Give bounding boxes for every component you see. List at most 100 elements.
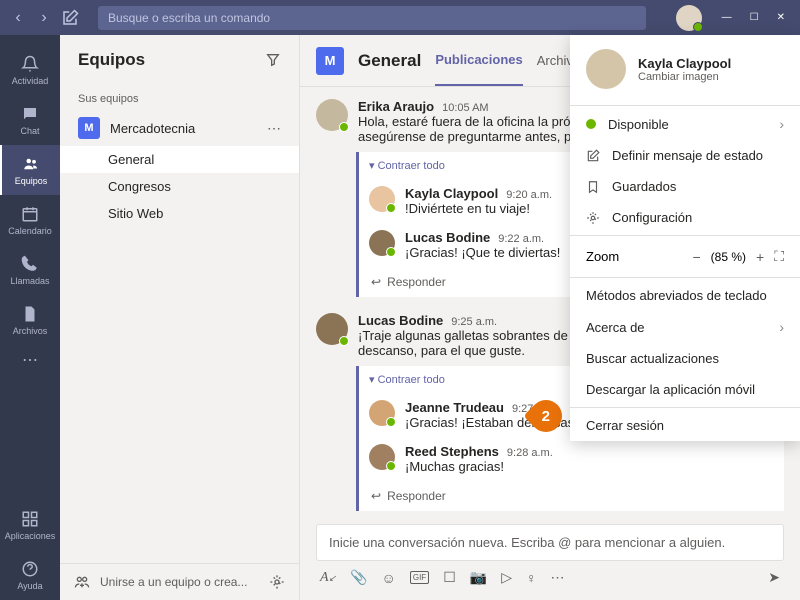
msg-time: 9:20 a.m. <box>506 189 552 201</box>
rail-files[interactable]: Archivos <box>0 295 60 345</box>
rail-label: Archivos <box>13 326 48 336</box>
maximize-button[interactable]: ☐ <box>750 12 759 23</box>
profile-menu: Kayla Claypool Cambiar imagen Disponible… <box>570 35 800 441</box>
avatar[interactable] <box>316 313 348 345</box>
tab-posts[interactable]: Publicaciones <box>435 35 522 86</box>
compose-area: Inicie una conversación nueva. Escriba @… <box>316 524 784 586</box>
menu-updates[interactable]: Buscar actualizaciones <box>570 343 800 374</box>
emoji-icon[interactable]: ☺ <box>382 570 396 586</box>
stream-icon[interactable]: ▷ <box>501 569 512 586</box>
menu-saved[interactable]: Guardados <box>570 171 800 202</box>
rail-label: Calendario <box>8 226 52 236</box>
menu-shortcuts[interactable]: Métodos abreviados de teclado <box>570 280 800 311</box>
menu-zoom: Zoom − (85 %) + ⛶ <box>570 238 800 275</box>
join-team-label[interactable]: Unirse a un equipo o crea... <box>100 575 259 589</box>
forward-button[interactable]: › <box>31 5 57 31</box>
panel-title: Equipos <box>78 50 145 70</box>
channel-title: General <box>358 51 421 71</box>
send-icon[interactable]: ➤ <box>768 569 780 586</box>
attach-icon[interactable]: 📎 <box>350 569 367 586</box>
rail-more[interactable]: ⋯ <box>0 345 60 375</box>
menu-download[interactable]: Descargar la aplicación móvil <box>570 374 800 405</box>
channel-avatar: M <box>316 47 344 75</box>
menu-signout[interactable]: Cerrar sesión <box>570 410 800 441</box>
rail-label: Llamadas <box>10 276 49 286</box>
manage-gear-icon[interactable] <box>269 574 285 590</box>
window-controls: — ☐ ✕ <box>722 12 785 23</box>
msg-time: 9:22 a.m. <box>498 233 544 245</box>
menu-settings[interactable]: Configuración <box>570 202 800 233</box>
channel-sitioweb[interactable]: Sitio Web <box>60 200 299 227</box>
zoom-out-button[interactable]: − <box>692 249 700 265</box>
rail-label: Ayuda <box>17 581 42 591</box>
more-icon[interactable]: ⋯ <box>550 569 564 586</box>
praise-icon[interactable]: ♀ <box>526 570 537 586</box>
zoom-value: (85 %) <box>711 250 746 264</box>
reply-button[interactable]: ↩ Responder <box>359 481 784 511</box>
team-avatar: M <box>78 117 100 139</box>
sticker-icon[interactable]: ☐ <box>443 569 456 586</box>
menu-status[interactable]: Disponible › <box>570 108 800 140</box>
zoom-label: Zoom <box>586 249 682 264</box>
profile-menu-avatar[interactable] <box>586 49 626 89</box>
msg-author: Reed Stephens <box>405 444 499 459</box>
team-row[interactable]: M Mercadotecnia ⋯ <box>60 110 299 146</box>
avatar[interactable] <box>369 186 395 212</box>
team-name: Mercadotecnia <box>110 121 257 136</box>
rail-calendar[interactable]: Calendario <box>0 195 60 245</box>
profile-avatar[interactable] <box>676 5 702 31</box>
chevron-right-icon: › <box>779 319 784 335</box>
msg-text: ¡Muchas gracias! <box>405 459 774 474</box>
rail-activity[interactable]: Actividad <box>0 45 60 95</box>
compose-button[interactable] <box>57 5 83 31</box>
edit-icon <box>586 149 600 163</box>
avatar[interactable] <box>369 230 395 256</box>
gif-icon[interactable]: GIF <box>410 571 429 584</box>
content-area: M General Publicaciones Archivos W Erika… <box>300 35 800 600</box>
rail-chat[interactable]: Chat <box>0 95 60 145</box>
msg-time: 9:28 a.m. <box>507 447 553 459</box>
msg-author: Lucas Bodine <box>358 313 443 328</box>
zoom-in-button[interactable]: + <box>756 249 764 265</box>
team-more-icon[interactable]: ⋯ <box>267 120 281 137</box>
msg-time: 10:05 AM <box>442 102 488 114</box>
meet-icon[interactable]: 📷 <box>470 569 487 586</box>
app-rail: Actividad Chat Equipos Calendario Llamad… <box>0 35 60 600</box>
filter-icon[interactable] <box>265 52 281 68</box>
avatar[interactable] <box>369 400 395 426</box>
chevron-right-icon: › <box>779 116 784 132</box>
menu-about[interactable]: Acerca de › <box>570 311 800 343</box>
close-button[interactable]: ✕ <box>777 12 785 23</box>
fullscreen-icon[interactable]: ⛶ <box>774 248 784 265</box>
msg-author: Kayla Claypool <box>405 186 498 201</box>
profile-name: Kayla Claypool <box>638 56 731 71</box>
channel-general[interactable]: General <box>60 146 299 173</box>
rail-apps[interactable]: Aplicaciones <box>0 500 60 550</box>
msg-author: Lucas Bodine <box>405 230 490 245</box>
change-image-link[interactable]: Cambiar imagen <box>638 71 731 83</box>
channel-congresos[interactable]: Congresos <box>60 173 299 200</box>
bookmark-icon <box>586 180 600 194</box>
rail-label: Equipos <box>15 176 48 186</box>
titlebar: ‹ › Busque o escriba un comando — ☐ ✕ <box>0 0 800 35</box>
menu-set-status[interactable]: Definir mensaje de estado <box>570 140 800 171</box>
avatar[interactable] <box>369 444 395 470</box>
rail-calls[interactable]: Llamadas <box>0 245 60 295</box>
teams-panel: Equipos Sus equipos M Mercadotecnia ⋯ Ge… <box>60 35 300 600</box>
status-dot-icon <box>586 119 596 129</box>
join-team-icon[interactable] <box>74 574 90 590</box>
rail-label: Actividad <box>12 76 49 86</box>
avatar[interactable] <box>316 99 348 131</box>
panel-subtitle: Sus equipos <box>60 85 299 110</box>
gear-icon <box>586 211 600 225</box>
search-input[interactable]: Busque o escriba un comando <box>98 6 646 30</box>
back-button[interactable]: ‹ <box>5 5 31 31</box>
minimize-button[interactable]: — <box>722 12 732 23</box>
msg-author: Jeanne Trudeau <box>405 400 504 415</box>
rail-teams[interactable]: Equipos <box>0 145 60 195</box>
format-icon[interactable]: A↙ <box>320 570 336 586</box>
rail-label: Aplicaciones <box>5 531 56 541</box>
compose-input[interactable]: Inicie una conversación nueva. Escriba @… <box>316 524 784 561</box>
msg-author: Erika Araujo <box>358 99 434 114</box>
rail-help[interactable]: Ayuda <box>0 550 60 600</box>
